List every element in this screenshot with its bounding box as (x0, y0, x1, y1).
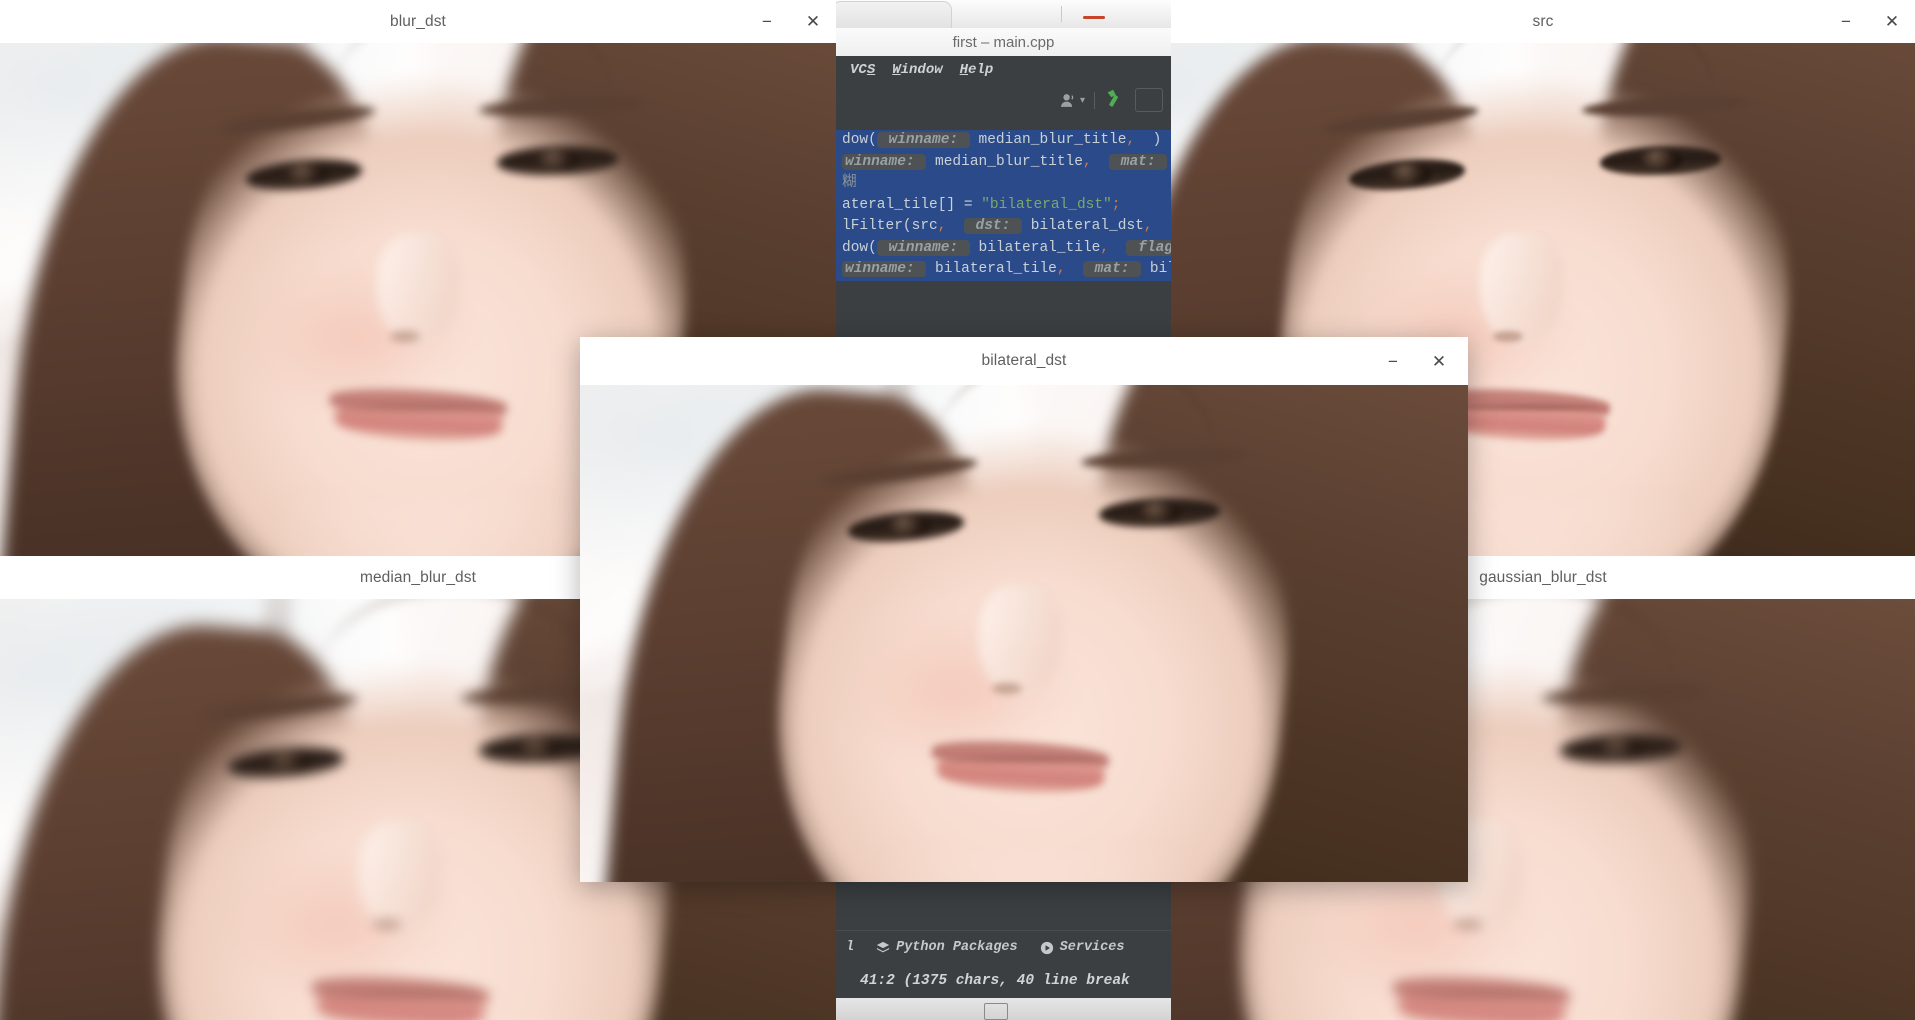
code-token: ateral_tile[] = (842, 196, 982, 213)
play-circle-icon (1040, 941, 1053, 954)
ide-os-tabstrip (836, 0, 1171, 28)
code-token: bilateral_tile (969, 239, 1101, 256)
code-line: lFilter(src, dst: bilateral_dst, (836, 216, 1171, 238)
build-button[interactable] (1104, 87, 1126, 114)
tool-window-terminal-label: l (846, 940, 855, 955)
close-button-blur-dst[interactable]: ✕ (790, 0, 836, 43)
code-line: dow( winname: bilateral_tile, flags (836, 237, 1171, 259)
code-token: bilateral_dst (1022, 218, 1144, 234)
layers-icon (876, 941, 890, 952)
tool-window-services[interactable]: Services (1040, 940, 1125, 955)
code-token: dow( (842, 239, 877, 256)
code-token: , (1056, 261, 1066, 277)
ide-tab-divider (1061, 6, 1062, 22)
minimize-button-blur-dst[interactable]: − (744, 0, 790, 43)
code-token: mat: (1082, 261, 1142, 277)
code-token: bilat (1149, 261, 1171, 277)
window-controls-bilateral-dst: − ✕ (1370, 337, 1462, 385)
ide-status-bar[interactable]: 41:2 (1375 chars, 40 line break (836, 964, 1171, 998)
window-controls-blur-dst: − ✕ (744, 0, 836, 43)
cv-window-bilateral-dst[interactable]: bilateral_dst − ✕ (580, 337, 1468, 882)
code-token: , (1082, 153, 1092, 170)
code-token: median_blur_title (969, 132, 1127, 148)
ide-menubar[interactable]: VCS Window Help (836, 56, 1171, 84)
close-button-bilateral-dst[interactable]: ✕ (1416, 337, 1462, 385)
minimize-button-src[interactable]: − (1823, 0, 1869, 43)
code-token: 糊 (842, 175, 857, 191)
ide-tab-indicator (1083, 16, 1105, 19)
code-token: , (1143, 218, 1153, 234)
code-lines: dow( winname: median_blur_title, ) winnam… (836, 130, 1171, 281)
tool-window-terminal[interactable]: l (840, 940, 854, 955)
titlebar-blur-dst[interactable]: blur_dst − ✕ (0, 0, 836, 43)
code-token: , (1126, 132, 1136, 148)
person-icon (1061, 93, 1074, 107)
menu-item-help[interactable]: Help (960, 62, 994, 78)
code-token: ; (1111, 196, 1121, 213)
taskbar-window-icon[interactable] (984, 1003, 1008, 1020)
caret-position-status: 41:2 (1375 chars, 40 line break (860, 973, 1130, 989)
code-token: mat: (1109, 153, 1168, 170)
ide-titlebar[interactable]: first – main.cpp (836, 28, 1171, 56)
photo-bilateral-dst (580, 385, 1468, 882)
window-title-gaussian-blur-dst: gaussian_blur_dst (1479, 568, 1607, 586)
titlebar-bilateral-dst[interactable]: bilateral_dst − ✕ (580, 337, 1468, 385)
code-token: median_blur_title (926, 153, 1083, 170)
ide-os-tab[interactable] (836, 1, 952, 28)
account-button[interactable]: ▾ (1060, 92, 1085, 109)
code-token: winname: (842, 153, 927, 170)
tool-window-python-packages[interactable]: Python Packages (876, 940, 1018, 955)
window-title-blur-dst: blur_dst (390, 12, 446, 30)
ide-toolbar[interactable]: ▾ (836, 84, 1171, 116)
toolbar-separator (1094, 91, 1095, 109)
code-token: me (1167, 154, 1171, 170)
code-token: ) (1135, 132, 1162, 148)
code-token: winname: (876, 132, 970, 148)
tool-window-services-label: Services (1059, 940, 1125, 955)
code-token: bilateral_tile (926, 261, 1057, 277)
os-taskbar[interactable] (836, 998, 1171, 1020)
window-controls-src: − ✕ (1823, 0, 1915, 43)
code-token: winname: (842, 261, 927, 277)
ide-window-title: first – main.cpp (952, 33, 1055, 51)
toolbar-extra-button[interactable] (1135, 88, 1163, 112)
window-title-bilateral-dst: bilateral_dst (981, 352, 1067, 369)
menu-item-window[interactable]: Window (892, 62, 942, 78)
code-line: dow( winname: median_blur_title, ) (836, 130, 1171, 152)
minimize-button-bilateral-dst[interactable]: − (1370, 337, 1416, 385)
hammer-icon (1107, 89, 1118, 107)
image-canvas-bilateral-dst (580, 385, 1468, 882)
code-token: dow( (842, 132, 877, 148)
code-line: ateral_tile[] = "bilateral_dst"; (836, 194, 1171, 216)
ide-tool-window-bar[interactable]: l Python Packages Services (836, 930, 1171, 964)
code-line: winname: bilateral_tile, mat: bilat (836, 259, 1171, 281)
code-token: winname: (876, 239, 970, 256)
code-token: flags (1126, 239, 1171, 256)
code-token: dst: (963, 218, 1023, 234)
code-token: , (1100, 239, 1110, 256)
menu-item-vcs[interactable]: VCS (850, 62, 875, 78)
window-title-median-blur-dst: median_blur_dst (359, 568, 477, 586)
code-token: "bilateral_dst" (981, 196, 1112, 213)
titlebar-src[interactable]: src − ✕ (1171, 0, 1915, 43)
code-line: 糊 (836, 173, 1171, 195)
tool-window-python-packages-label: Python Packages (896, 940, 1018, 955)
close-button-src[interactable]: ✕ (1869, 0, 1915, 43)
code-token: lFilter(src (842, 218, 938, 234)
code-line: winname: median_blur_title, mat: me (836, 151, 1171, 173)
window-title-src: src (1532, 12, 1554, 30)
chevron-down-icon: ▾ (1079, 94, 1085, 106)
